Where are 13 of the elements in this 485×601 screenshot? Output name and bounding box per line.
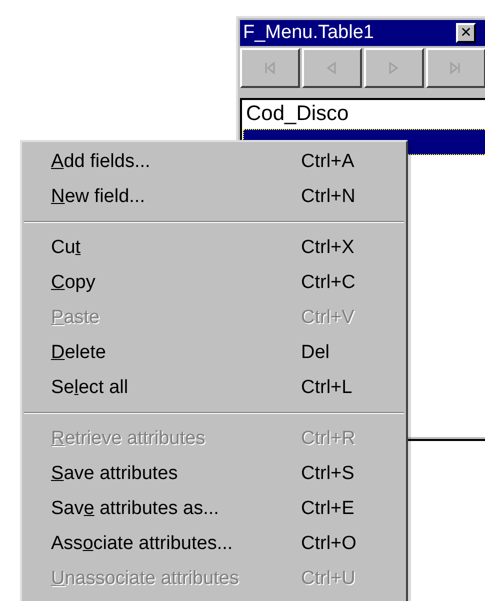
shortcut-text: Ctrl+C bbox=[301, 272, 356, 294]
shortcut-text: Ctrl+L bbox=[301, 376, 354, 398]
shortcut-text: Ctrl+O bbox=[301, 532, 358, 554]
shortcut-text: Ctrl+E bbox=[301, 498, 356, 520]
shortcut-text: Ctrl+N bbox=[301, 186, 356, 208]
shortcut-text: Ctrl+U bbox=[301, 568, 356, 590]
window-title: F_Menu.Table1 bbox=[243, 22, 374, 44]
shortcut-text: Ctrl+R bbox=[301, 428, 356, 450]
shortcut-text: Ctrl+S bbox=[301, 462, 356, 484]
shortcut-text: Del bbox=[301, 342, 331, 364]
shortcut-text: Ctrl+X bbox=[301, 236, 356, 258]
shortcut-text: Ctrl+A bbox=[301, 150, 356, 172]
shortcut-text: Ctrl+V bbox=[301, 306, 356, 328]
